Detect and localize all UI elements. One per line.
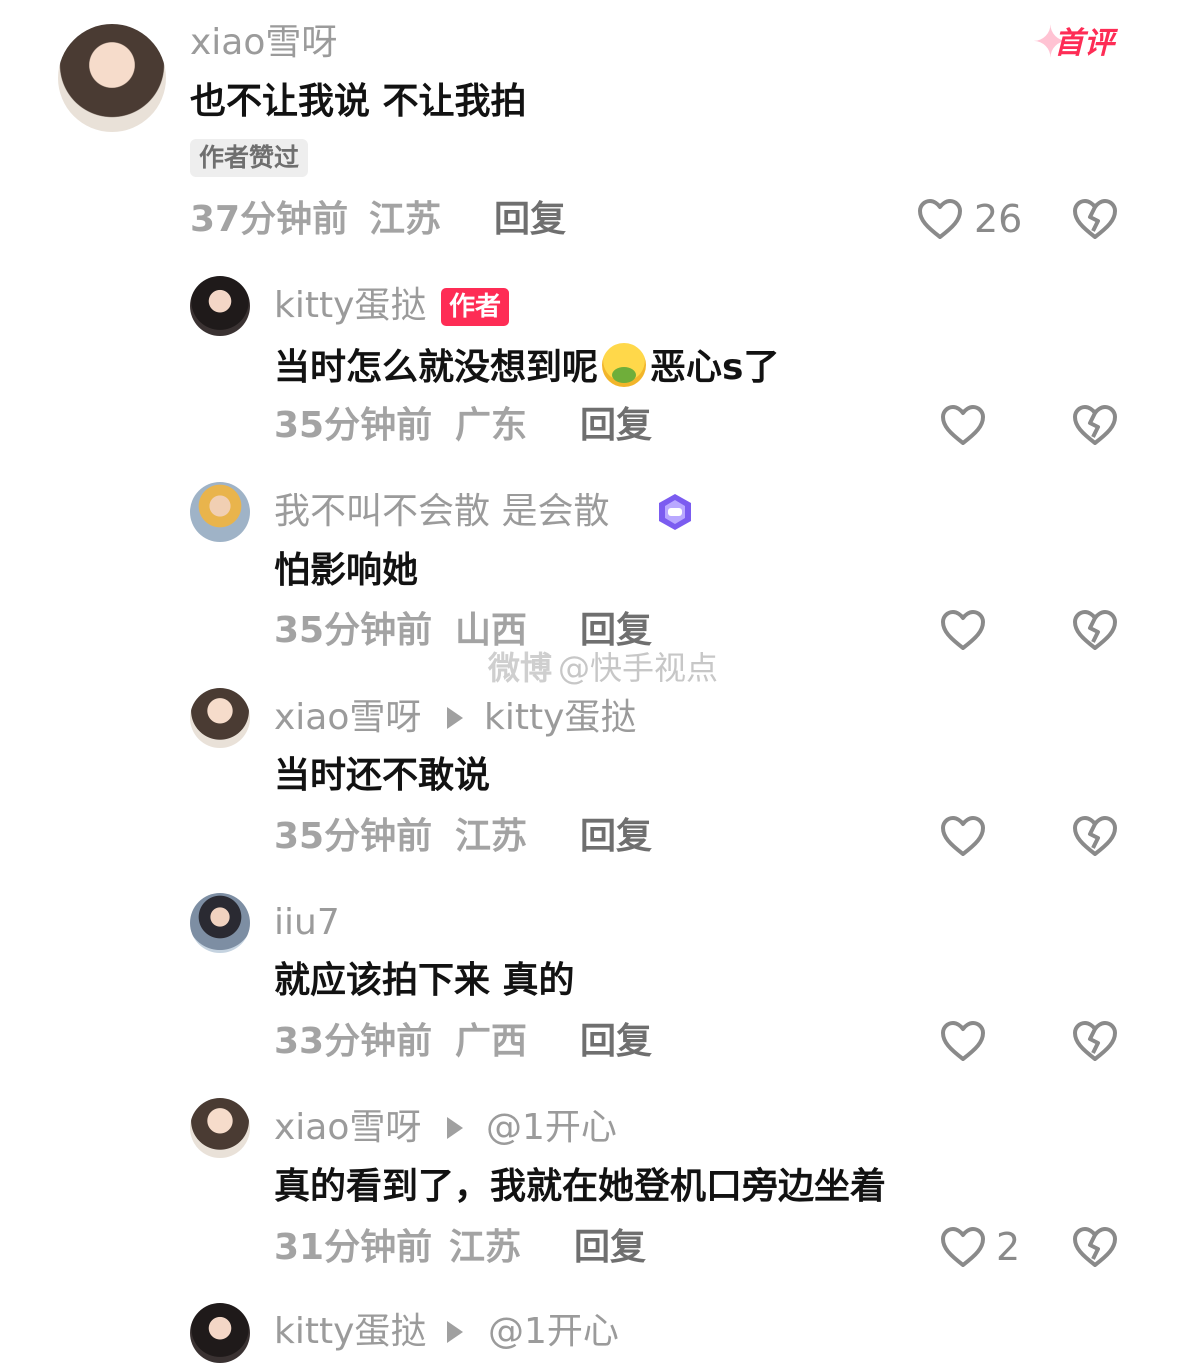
weibo-logo-icon: 微博 — [488, 649, 553, 687]
reply-button[interactable]: 回复 — [580, 404, 652, 448]
comment-meta-location: 山西 — [455, 610, 528, 651]
avatar[interactable] — [190, 893, 250, 953]
author-badge: 作者 — [441, 288, 510, 326]
avatar[interactable] — [58, 24, 166, 132]
broken-heart-icon[interactable] — [1072, 404, 1118, 446]
heart-icon[interactable] — [917, 198, 963, 240]
reply-arrow-icon — [447, 1321, 463, 1343]
heart-icon[interactable] — [940, 815, 986, 857]
purple-shield-badge-icon — [659, 494, 691, 530]
broken-heart-icon[interactable] — [1072, 815, 1118, 857]
comment-meta-location: 江苏 — [449, 1227, 522, 1268]
reply-to-username[interactable]: @1开心 — [488, 1311, 619, 1353]
heart-icon[interactable] — [940, 1020, 986, 1062]
comment-text: 当时还不敢说 — [274, 755, 491, 796]
reply-to-username[interactable]: kitty蛋挞 — [484, 697, 636, 739]
reply-button[interactable]: 回复 — [574, 1226, 646, 1270]
comment-text: 怕影响她 — [274, 550, 419, 591]
broken-heart-icon[interactable] — [1072, 198, 1118, 240]
avatar[interactable] — [190, 688, 250, 748]
avatar[interactable] — [190, 1303, 250, 1363]
comment-meta-time: 37分钟前 — [190, 199, 349, 240]
comment-meta-location: 广西 — [455, 1021, 528, 1062]
username[interactable]: kitty蛋挞 — [274, 285, 426, 327]
heart-icon[interactable] — [940, 404, 986, 446]
reply-button[interactable]: 回复 — [580, 609, 652, 653]
comment-meta-location: 江苏 — [455, 816, 528, 857]
broken-heart-icon[interactable] — [1072, 609, 1118, 651]
comment-meta-time: 35分钟前 — [274, 816, 433, 857]
reply-button[interactable]: 回复 — [580, 1020, 652, 1064]
reply-arrow-icon — [447, 1117, 463, 1139]
comment-meta-time: 35分钟前 — [274, 610, 433, 651]
nauseated-face-icon — [602, 343, 647, 387]
first-comment-badge: ✦ 首评 — [1032, 17, 1114, 68]
comment-text: 就应该拍下来 真的 — [274, 960, 575, 1001]
like-count: 2 — [996, 1225, 1021, 1269]
comment-meta-time: 31分钟前 — [274, 1227, 433, 1268]
like-count: 26 — [974, 197, 1023, 241]
heart-icon[interactable] — [940, 1226, 986, 1268]
avatar[interactable] — [190, 1098, 250, 1158]
broken-heart-icon[interactable] — [1072, 1226, 1118, 1268]
username[interactable]: xiao雪呀 — [190, 22, 337, 64]
comment-text: 当时怎么就没想到呢 恶心s了 — [274, 343, 779, 390]
username[interactable]: kitty蛋挞 — [274, 1311, 426, 1353]
comment-meta-location: 广东 — [455, 405, 528, 446]
heart-icon[interactable] — [940, 609, 986, 651]
username[interactable]: iiu7 — [274, 902, 340, 944]
author-liked-badge: 作者赞过 — [190, 139, 309, 177]
username[interactable]: 我不叫不会散 是会散 — [274, 491, 609, 533]
comment-meta-location: 江苏 — [369, 199, 442, 240]
comment-meta-time: 33分钟前 — [274, 1021, 433, 1062]
comment-text: 真的看到了，我就在她登机口旁边坐着 — [274, 1166, 887, 1207]
avatar[interactable] — [190, 276, 250, 336]
broken-heart-icon[interactable] — [1072, 1020, 1118, 1062]
comment-text: 也不让我说 不让我拍 — [190, 81, 527, 122]
reply-button[interactable]: 回复 — [494, 198, 566, 242]
avatar[interactable] — [190, 482, 250, 542]
username[interactable]: xiao雪呀 — [274, 697, 421, 739]
watermark: 微博 @快手视点 — [488, 649, 719, 687]
username[interactable]: xiao雪呀 — [274, 1107, 421, 1149]
reply-arrow-icon — [447, 707, 463, 729]
reply-to-username[interactable]: @1开心 — [486, 1107, 617, 1149]
reply-button[interactable]: 回复 — [580, 815, 652, 859]
comment-meta-time: 35分钟前 — [274, 405, 433, 446]
